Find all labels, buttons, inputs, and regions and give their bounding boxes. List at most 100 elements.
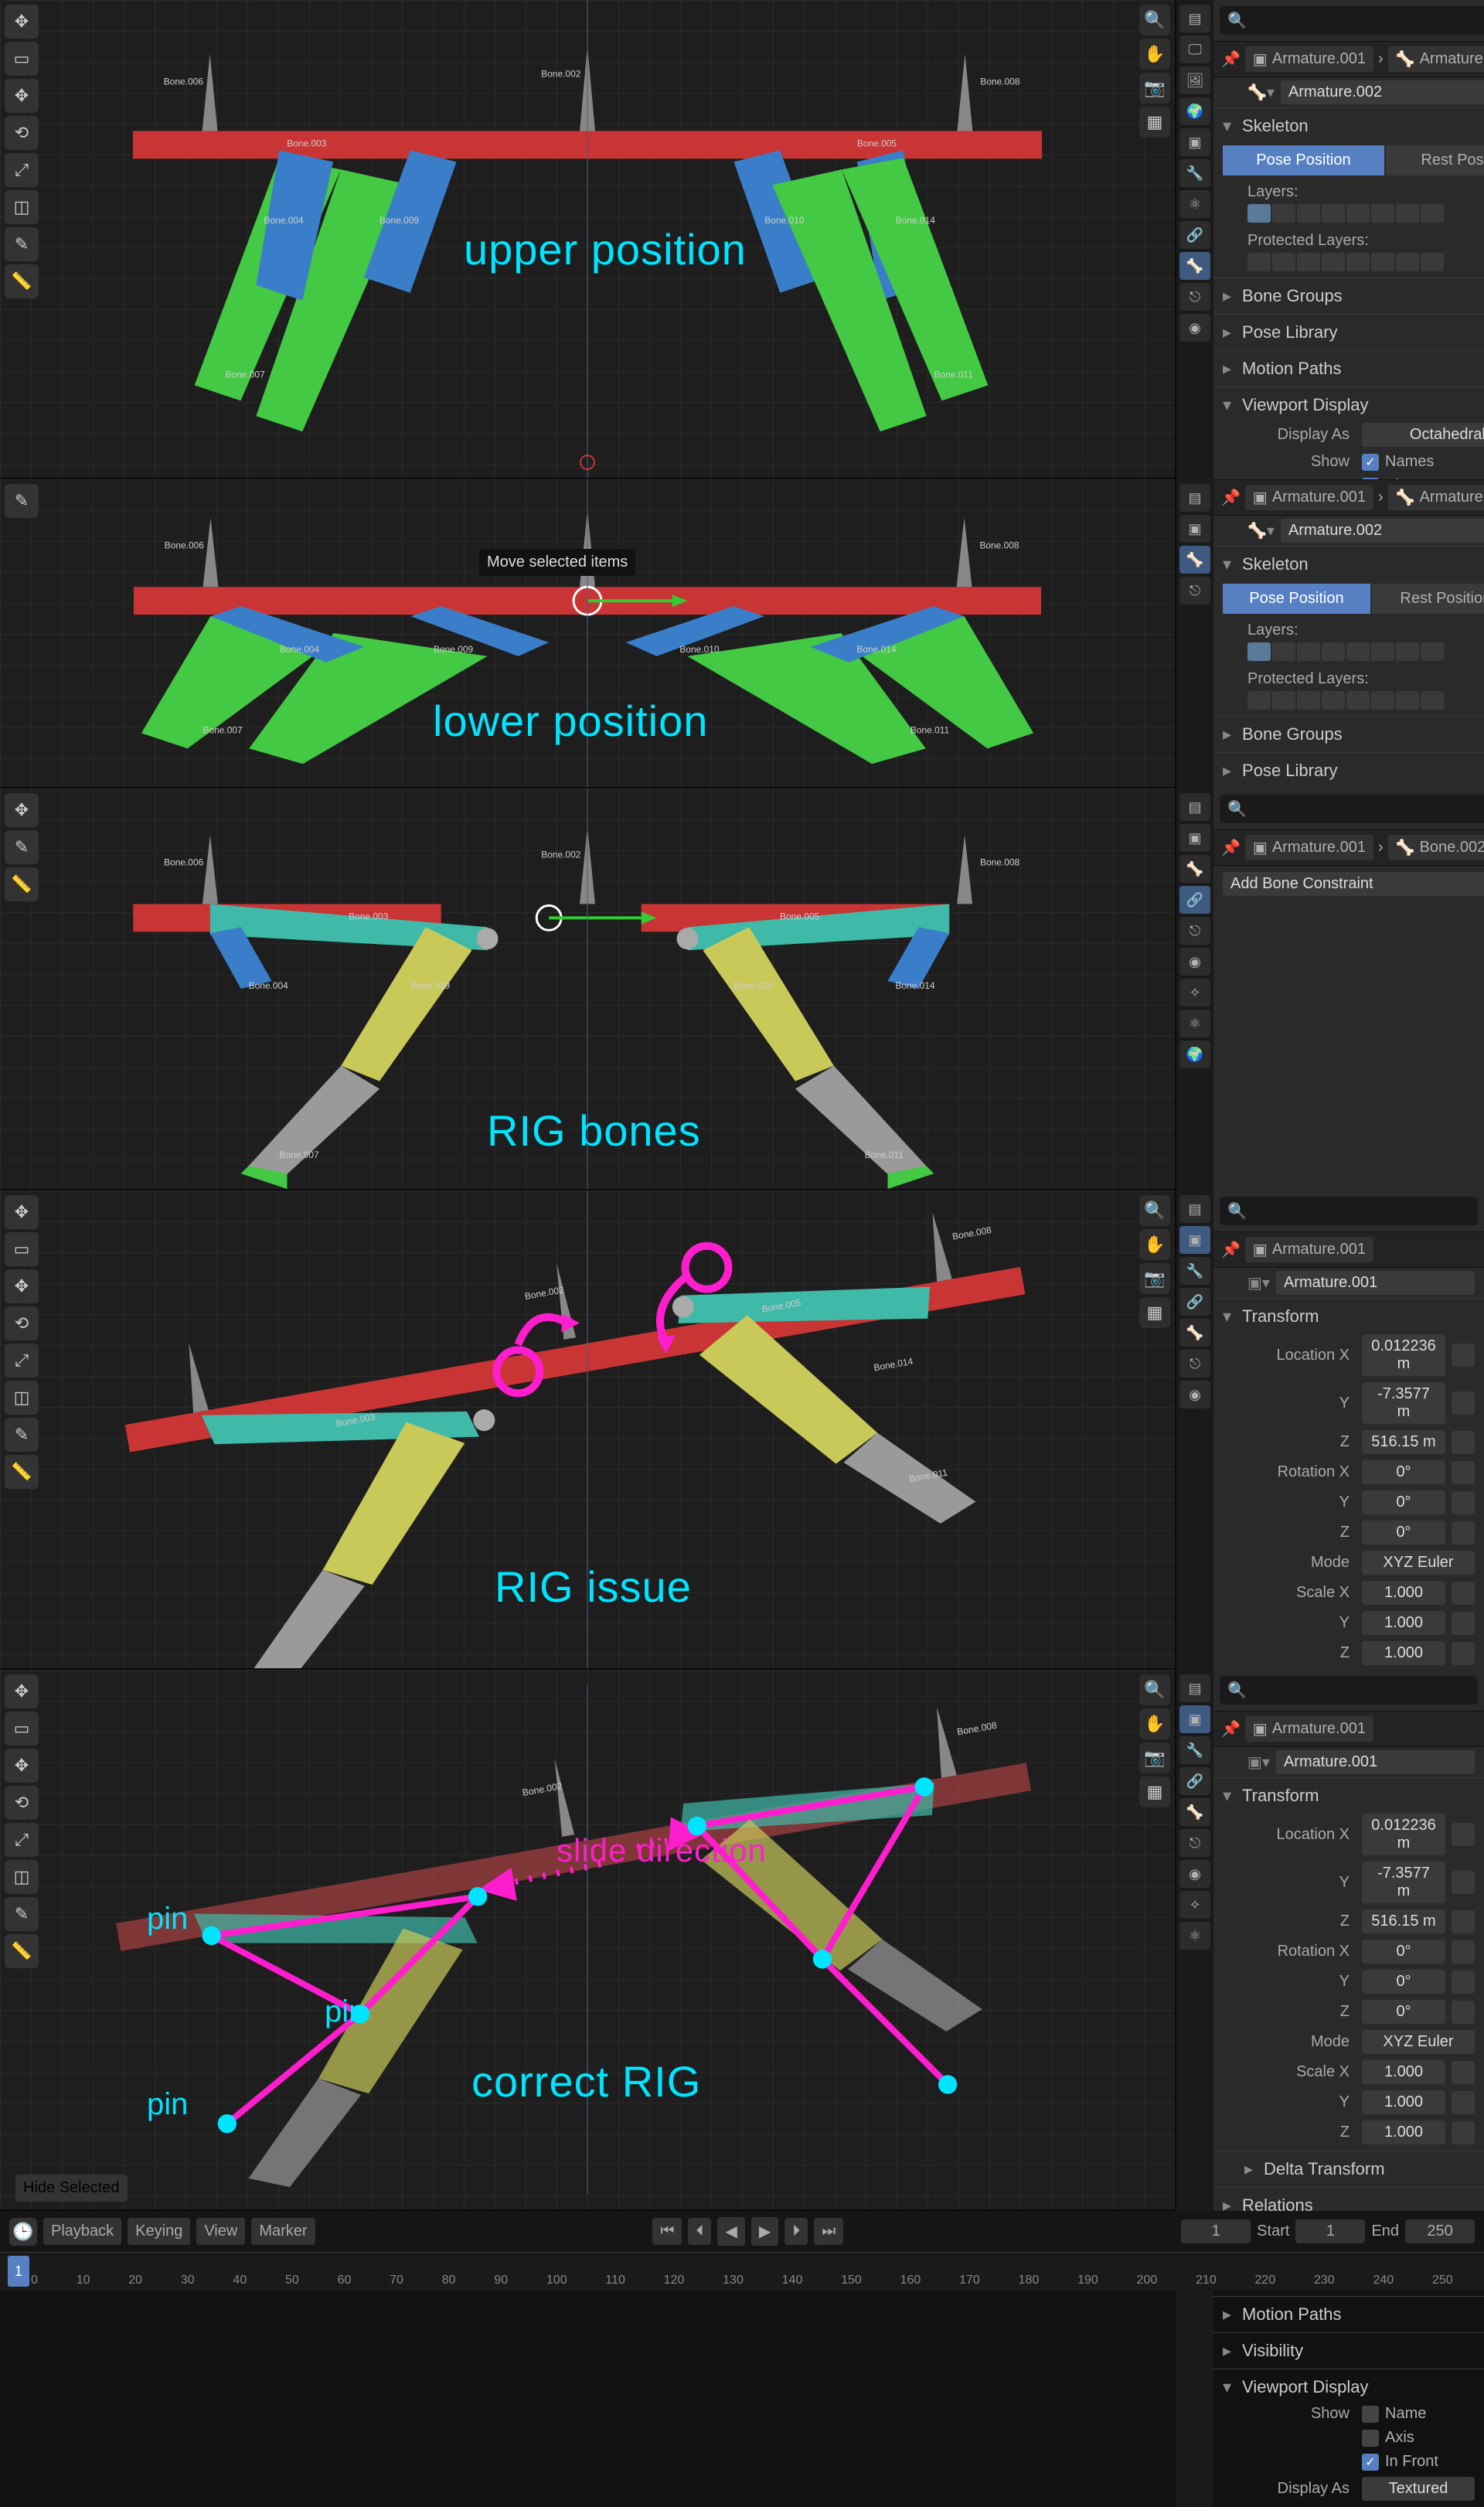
lock-icon[interactable] bbox=[1452, 1612, 1475, 1635]
crumb-parent[interactable]: ▣ Armature.001 bbox=[1245, 46, 1373, 72]
lock-icon[interactable] bbox=[1452, 1521, 1475, 1545]
lock-icon[interactable] bbox=[1452, 1910, 1475, 1933]
scale-z[interactable]: 1.000 bbox=[1362, 2120, 1445, 2144]
jump-start-icon[interactable]: ⏮ bbox=[652, 2218, 682, 2245]
search-input[interactable]: 🔍 bbox=[1220, 1676, 1478, 1705]
scale-x[interactable]: 1.000 bbox=[1362, 1581, 1445, 1605]
tab-object[interactable]: ▣ bbox=[1179, 1705, 1210, 1733]
lock-icon[interactable] bbox=[1452, 1491, 1475, 1514]
playback-menu[interactable]: Playback bbox=[43, 2218, 121, 2245]
object-name[interactable]: Armature.001 bbox=[1276, 1750, 1475, 1774]
section-bone-groups[interactable]: Bone Groups bbox=[1213, 281, 1484, 311]
loc-y[interactable]: -7.3577 m bbox=[1362, 1862, 1445, 1903]
tab-armature[interactable]: 🦴 bbox=[1179, 855, 1210, 883]
lock-icon[interactable] bbox=[1452, 1344, 1475, 1367]
frame-end[interactable]: 250 bbox=[1405, 2219, 1475, 2243]
section-pose-library[interactable]: Pose Library bbox=[1213, 756, 1484, 785]
tab-object[interactable]: ▣ bbox=[1179, 824, 1210, 852]
rot-y[interactable]: 0° bbox=[1362, 1970, 1445, 1994]
rot-x[interactable]: 0° bbox=[1362, 1940, 1445, 1964]
lock-icon[interactable] bbox=[1452, 2001, 1475, 2024]
section-delta-transform[interactable]: Delta Transform bbox=[1213, 2154, 1484, 2184]
tab-object[interactable]: ▣ bbox=[1179, 1226, 1210, 1254]
tab-object[interactable]: ▣ bbox=[1179, 128, 1210, 156]
section-viewport-display[interactable]: Viewport Display bbox=[1213, 390, 1484, 420]
crumb-child[interactable]: 🦴 Bone.002 bbox=[1388, 835, 1484, 860]
rot-z[interactable]: 0° bbox=[1362, 1521, 1445, 1545]
pin-icon[interactable]: 📌 bbox=[1221, 838, 1241, 857]
chk-names[interactable]: ✓ bbox=[1362, 454, 1379, 471]
section-skeleton[interactable]: Skeleton bbox=[1213, 550, 1484, 579]
tab-object[interactable]: ▣ bbox=[1179, 515, 1210, 543]
rotation-mode[interactable]: XYZ Euler bbox=[1362, 1551, 1475, 1575]
tab-armature[interactable]: 🦴 bbox=[1179, 252, 1210, 280]
viewport-lower[interactable]: ✎ Bone.006 Bone.008 Bone.004 Bone.009 Bo… bbox=[0, 479, 1175, 789]
add-bone-constraint[interactable]: Add Bone Constraint bbox=[1223, 872, 1484, 896]
prev-key-icon[interactable]: ⏴ bbox=[688, 2218, 711, 2245]
tab-bone-constraint[interactable]: 🔗 bbox=[1179, 886, 1210, 914]
next-key-icon[interactable]: ⏵ bbox=[785, 2218, 808, 2245]
play-reverse-icon[interactable]: ◀ bbox=[717, 2217, 744, 2246]
section-visibility[interactable]: Visibility bbox=[1213, 2336, 1484, 2366]
viewport-issue[interactable]: ✥ ▭ ✥ ⟲ ⤢ ◫ ✎ 📏 🔍 ✋ 📷 ▦ Bone.002 Bone.00… bbox=[0, 1190, 1175, 1670]
pose-position-btn[interactable]: Pose Position bbox=[1223, 584, 1370, 614]
section-skeleton[interactable]: Skeleton bbox=[1213, 111, 1484, 141]
scale-y[interactable]: 1.000 bbox=[1362, 2090, 1445, 2114]
lock-icon[interactable] bbox=[1452, 1823, 1475, 1846]
rotation-mode[interactable]: XYZ Euler bbox=[1362, 2030, 1475, 2054]
section-transform[interactable]: Transform bbox=[1213, 1302, 1484, 1331]
scale-z[interactable]: 1.000 bbox=[1362, 1641, 1445, 1665]
tab-armature[interactable]: 🦴 bbox=[1179, 1319, 1210, 1347]
tab-scene[interactable]: 🌍 bbox=[1179, 97, 1210, 125]
protected-grid[interactable] bbox=[1247, 691, 1484, 710]
lock-icon[interactable] bbox=[1452, 2091, 1475, 2114]
tab-material[interactable]: ◉ bbox=[1179, 948, 1210, 976]
keying-menu[interactable]: Keying bbox=[128, 2218, 190, 2245]
loc-x[interactable]: 0.012236 m bbox=[1362, 1814, 1445, 1855]
tab-render[interactable]: ▤ bbox=[1179, 5, 1210, 32]
section-motion-paths[interactable]: Motion Paths bbox=[1213, 2300, 1484, 2329]
tab-material[interactable]: ◉ bbox=[1179, 1381, 1210, 1408]
rest-position-btn[interactable]: Rest Position bbox=[1372, 584, 1484, 614]
tab-modifier[interactable]: 🔧 bbox=[1179, 1736, 1210, 1764]
protected-grid[interactable] bbox=[1247, 253, 1484, 271]
current-frame[interactable]: 1 bbox=[1181, 2219, 1251, 2243]
tab-output[interactable]: 🖵 bbox=[1179, 36, 1210, 63]
timeline-ruler[interactable]: 1 01020304050607080901001101201301401501… bbox=[0, 2252, 1484, 2291]
hide-selected-btn[interactable]: Hide Selected bbox=[15, 2175, 128, 2202]
tab-constraint[interactable]: 🔗 bbox=[1179, 1767, 1210, 1795]
tab-bone[interactable]: ⎋ bbox=[1179, 283, 1210, 311]
section-bone-groups[interactable]: Bone Groups bbox=[1213, 720, 1484, 749]
pin-icon[interactable]: 📌 bbox=[1221, 1240, 1241, 1259]
jump-end-icon[interactable]: ⏭ bbox=[814, 2218, 843, 2245]
crumb-parent[interactable]: ▣ Armature.001 bbox=[1245, 835, 1373, 860]
lock-icon[interactable] bbox=[1452, 1940, 1475, 1964]
lock-icon[interactable] bbox=[1452, 1871, 1475, 1894]
tab-bone[interactable]: ⎋ bbox=[1179, 577, 1210, 605]
play-icon[interactable]: ▶ bbox=[751, 2217, 778, 2246]
tab-render[interactable]: ▤ bbox=[1179, 1674, 1210, 1702]
tab-bone[interactable]: ⎋ bbox=[1179, 1350, 1210, 1378]
tab-material[interactable]: ◉ bbox=[1179, 314, 1210, 342]
tab-constraint[interactable]: 🔗 bbox=[1179, 221, 1210, 249]
timeline[interactable]: 🕒 Playback Keying View Marker ⏮ ⏴ ◀ ▶ ⏵ … bbox=[0, 2211, 1484, 2291]
lock-icon[interactable] bbox=[1452, 2121, 1475, 2144]
crumb-child[interactable]: 🦴 Armature.002 bbox=[1388, 46, 1484, 72]
tab-render[interactable]: ▤ bbox=[1179, 793, 1210, 821]
tab-modifier[interactable]: 🔧 bbox=[1179, 159, 1210, 187]
layers-grid[interactable] bbox=[1247, 204, 1484, 223]
viewport-upper[interactable]: ✥ ▭ ✥ ⟲ ⤢ ◫ ✎ 📏 🔍 ✋ 📷 ▦ Bone.006 Bone.00… bbox=[0, 0, 1175, 479]
lock-icon[interactable] bbox=[1452, 1971, 1475, 1994]
armature-dropdown[interactable]: Armature.002 bbox=[1281, 80, 1484, 104]
tab-render[interactable]: ▤ bbox=[1179, 1195, 1210, 1223]
chk-name[interactable] bbox=[1362, 2406, 1379, 2423]
armature-dropdown[interactable]: Armature.002 bbox=[1281, 519, 1484, 543]
section-motion-paths[interactable]: Motion Paths bbox=[1213, 354, 1484, 383]
scale-y[interactable]: 1.000 bbox=[1362, 1611, 1445, 1635]
view-menu[interactable]: View bbox=[196, 2218, 245, 2245]
crumb-child[interactable]: 🦴 Armature.002 bbox=[1388, 485, 1484, 510]
tab-constraint[interactable]: 🔗 bbox=[1179, 1288, 1210, 1316]
crumb-parent[interactable]: ▣ Armature.001 bbox=[1245, 485, 1373, 510]
tab-bone[interactable]: ⎋ bbox=[1179, 917, 1210, 945]
crumb-parent[interactable]: ▣ Armature.001 bbox=[1245, 1237, 1373, 1262]
